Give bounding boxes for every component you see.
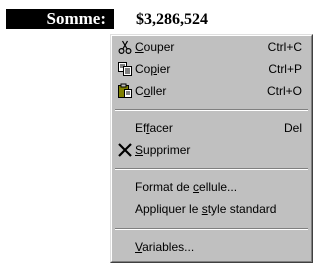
shortcut-label: Ctrl+P	[268, 62, 302, 76]
menu-item-variables[interactable]: Variables...	[113, 236, 310, 258]
sum-label: Somme:	[6, 9, 114, 29]
delete-x-icon	[117, 142, 133, 158]
menu-item-cut[interactable]: Couper Ctrl+C	[113, 36, 310, 58]
menu-item-paste[interactable]: Coller Ctrl+O	[113, 80, 310, 102]
context-menu: Couper Ctrl+C Copier Ctrl+P Coller Ctrl+…	[110, 34, 313, 263]
shortcut-label: Ctrl+O	[266, 84, 302, 98]
sum-bar: Somme: $3,286,524	[0, 0, 327, 29]
menu-separator	[115, 109, 308, 111]
menu-separator	[115, 228, 308, 230]
menu-item-clear[interactable]: Effacer Del	[113, 117, 310, 139]
menu-item-copy[interactable]: Copier Ctrl+P	[113, 58, 310, 80]
paste-icon	[117, 83, 133, 99]
menu-item-format-cell[interactable]: Format de cellule...	[113, 176, 310, 198]
menu-item-apply-standard-style[interactable]: Appliquer le style standard	[113, 198, 310, 220]
menu-separator	[115, 168, 308, 170]
sum-value: $3,286,524	[136, 11, 208, 28]
shortcut-label: Ctrl+C	[267, 40, 302, 54]
scissors-icon	[117, 39, 133, 55]
copy-icon	[117, 61, 133, 77]
shortcut-label: Del	[283, 121, 302, 135]
menu-item-delete[interactable]: Supprimer	[113, 139, 310, 161]
